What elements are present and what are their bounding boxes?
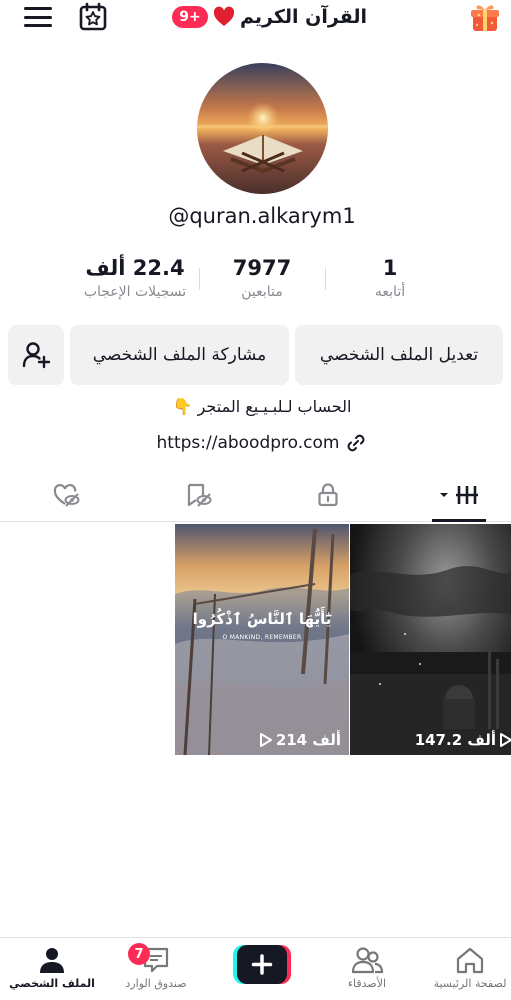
following-count: 1 (382, 256, 398, 280)
likes-label: تسجيلات الإعجاب (83, 284, 187, 300)
nav-home-label: لصفحة الرئيسية (433, 977, 507, 990)
view-count-text: 147.2 ألف (414, 731, 496, 749)
top-bar: 9+ القرآن الكريم (0, 0, 511, 40)
profile-link[interactable]: https://aboodpro.com (0, 432, 511, 454)
home-icon (456, 947, 484, 974)
tab-saved[interactable] (178, 480, 218, 510)
create-button[interactable] (233, 945, 291, 984)
edit-profile-button[interactable]: تعديل الملف الشخصي (295, 325, 503, 385)
view-count-text: 214 ألف (275, 731, 341, 749)
gift-icon[interactable] (468, 0, 502, 34)
nav-home[interactable]: لصفحة الرئيسية (430, 946, 510, 990)
tab-videos[interactable] (430, 480, 486, 510)
video-thumbnail[interactable]: يَٰٓأَيُّهَا ٱلنَّاسُ ٱذْكُرُوا O MANKIN… (175, 524, 349, 755)
nav-inbox-label: صندوق الوارد (125, 977, 187, 990)
profile-avatar[interactable] (197, 63, 328, 194)
profile-link-text: https://aboodpro.com (156, 433, 340, 453)
likes-count: 22.4 ألف (85, 256, 185, 280)
lock-icon (318, 483, 338, 507)
calendar-star-icon[interactable] (78, 2, 108, 32)
grid-videos-icon (440, 486, 478, 504)
tab-private[interactable] (308, 480, 348, 510)
nav-friends[interactable]: الأصدقاء (327, 946, 407, 990)
profile-username: @quran.alkarym1 (168, 204, 356, 228)
video-caption: يَٰٓأَيُّهَا ٱلنَّاسُ ٱذْكُرُوا (192, 610, 332, 628)
profile-icon (40, 948, 64, 973)
view-count: 214 ألف (259, 731, 341, 749)
followers-label: متابعين (241, 284, 283, 300)
friends-icon (351, 947, 384, 974)
stat-divider (325, 268, 326, 290)
stat-likes[interactable]: 22.4 ألف تسجيلات الإعجاب (70, 256, 200, 300)
nav-profile-label: الملف الشخصي (9, 977, 95, 990)
stat-followers[interactable]: 7977 متابعين (212, 256, 312, 300)
followers-count: 7977 (232, 256, 292, 280)
active-tab-indicator (432, 519, 486, 522)
nav-friends-label: الأصدقاء (347, 977, 387, 990)
hidden-bookmark-icon (187, 483, 212, 507)
profile-title: القرآن الكريم (240, 6, 368, 28)
video-subcaption: O MANKIND, REMEMBER (222, 634, 302, 641)
hidden-heart-icon (53, 484, 80, 507)
content-tabs (0, 470, 511, 522)
add-person-icon (22, 342, 51, 369)
profile-title-group: 9+ القرآن الكريم (172, 4, 367, 30)
inbox-badge: 7 (128, 943, 150, 965)
nav-profile[interactable]: الملف الشخصي (9, 946, 95, 990)
tab-liked[interactable] (46, 480, 86, 510)
heart-icon (213, 6, 235, 26)
share-profile-button[interactable]: مشاركة الملف الشخصي (70, 325, 289, 385)
video-2-image (350, 524, 511, 755)
profile-bio: الحساب لـلبـيـيع المتجر 👇 (172, 397, 352, 416)
add-friend-button[interactable] (8, 325, 64, 385)
menu-icon[interactable] (22, 4, 54, 30)
stat-divider (199, 268, 200, 290)
play-icon (259, 733, 272, 747)
link-icon (348, 434, 365, 452)
play-icon (500, 733, 511, 747)
notification-badge: 9+ (172, 6, 208, 28)
following-label: أتابعه (374, 284, 406, 300)
view-count: 147.2 ألف (415, 731, 511, 749)
stat-following[interactable]: 1 أتابعه (340, 256, 440, 300)
video-thumbnail[interactable]: 147.2 ألف (350, 524, 511, 755)
